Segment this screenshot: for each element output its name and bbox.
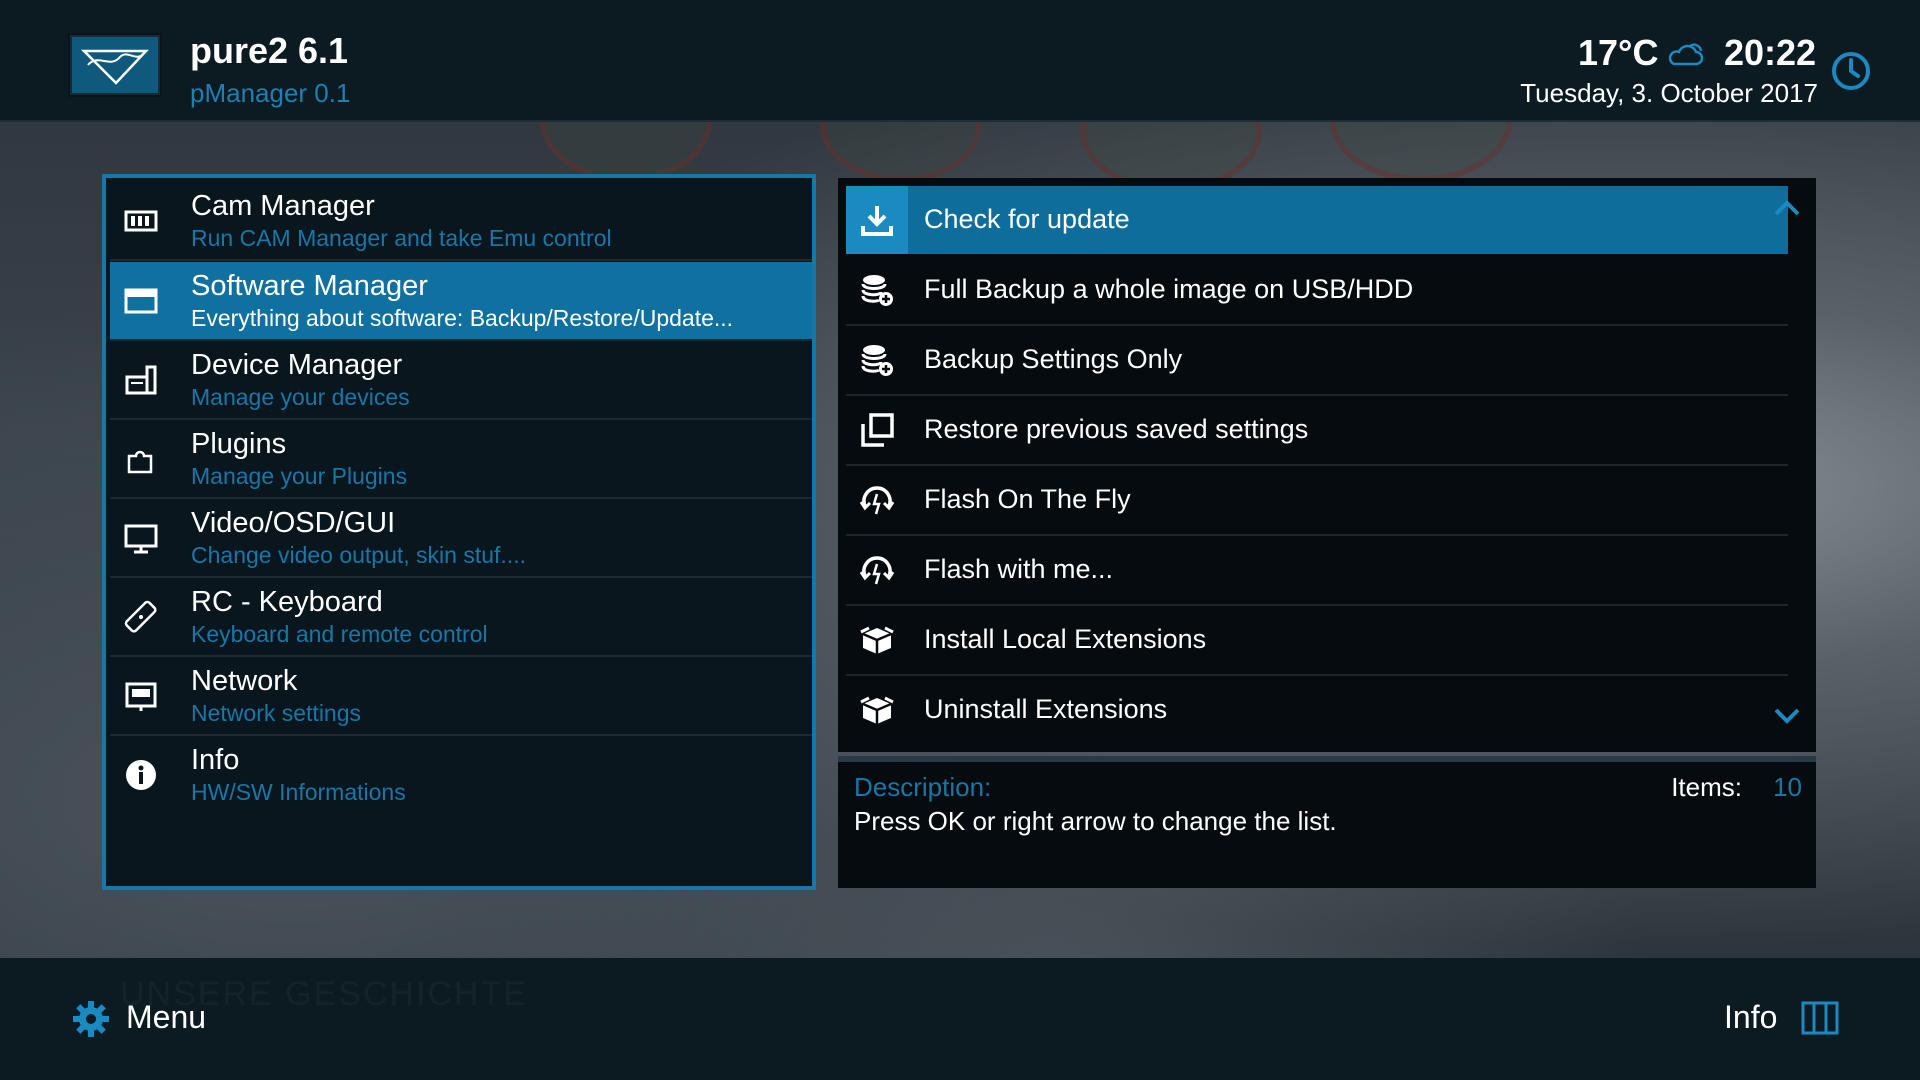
info-button[interactable]: Info — [1724, 999, 1777, 1036]
menu-item-title: Software Manager — [191, 270, 428, 302]
flash-icon — [859, 556, 895, 585]
app-title: pure2 6.1 — [190, 30, 349, 71]
items-count: 10 — [1773, 772, 1802, 802]
menu-item-title: Device Manager — [191, 349, 403, 381]
gear-icon[interactable] — [72, 1000, 110, 1038]
menu-item-title: Info — [191, 744, 240, 776]
menu-item-software-manager[interactable]: Software Manager Everything about softwa… — [110, 262, 812, 341]
list-item-backup-settings-only[interactable]: Backup Settings Only — [846, 326, 1788, 396]
list-item-restore-settings[interactable]: Restore previous saved settings — [846, 396, 1788, 466]
menu-item-title: Video/OSD/GUI — [191, 507, 396, 539]
list-item-full-backup[interactable]: Full Backup a whole image on USB/HDD — [846, 256, 1788, 326]
menu-item-title: RC - Keyboard — [191, 586, 383, 618]
list-item-label: Flash with me... — [924, 554, 1114, 584]
list-item-install-local-extensions[interactable]: Install Local Extensions — [846, 606, 1788, 676]
items-label: Items: — [1671, 772, 1742, 802]
restore-icon — [861, 413, 894, 447]
list-item-icon-box — [846, 396, 908, 464]
description-label: Description: — [854, 772, 992, 802]
info-key-icon[interactable] — [1800, 1000, 1840, 1036]
menu-item-title: Plugins — [191, 428, 287, 460]
cloudy-icon — [1668, 43, 1704, 66]
menu-item-video-osd-gui[interactable]: Video/OSD/GUI Change video output, skin … — [110, 499, 812, 578]
menu-item-device-manager[interactable]: Device Manager Manage your devices — [110, 341, 812, 420]
menu-item-subtitle: Everything about software: Backup/Restor… — [191, 305, 734, 331]
list-item-check-for-update[interactable]: Check for update — [846, 186, 1788, 254]
device-icon — [125, 365, 157, 395]
list-item-icon-box — [846, 676, 908, 744]
menu-item-subtitle: Manage your devices — [191, 384, 410, 410]
list-item-icon-box — [846, 466, 908, 534]
menu-item-subtitle: Change video output, skin stuf.... — [191, 542, 526, 568]
database-add-icon — [861, 275, 893, 306]
menu-item-network[interactable]: Network Network settings — [110, 657, 812, 736]
date: Tuesday, 3. October 2017 — [1520, 78, 1818, 108]
description-text: Press OK or right arrow to change the li… — [854, 806, 1337, 836]
menu-item-subtitle: Keyboard and remote control — [191, 621, 488, 647]
list-item-label: Restore previous saved settings — [924, 414, 1309, 444]
menu-item-rc-keyboard[interactable]: RC - Keyboard Keyboard and remote contro… — [110, 578, 812, 657]
menu-item-title: Network — [191, 665, 298, 697]
temperature: 17°C — [1578, 32, 1659, 73]
window-icon — [124, 288, 158, 314]
menu-item-plugins[interactable]: Plugins Manage your Plugins — [110, 420, 812, 499]
menu-item-cam-manager[interactable]: Cam Manager Run CAM Manager and take Emu… — [110, 182, 812, 261]
header-bar: pure2 6.1 pManager 0.1 17°C 20:22 Tuesda… — [0, 0, 1920, 122]
flash-icon — [859, 486, 895, 515]
monitor-icon — [124, 524, 158, 554]
menu-item-subtitle: Run CAM Manager and take Emu control — [191, 225, 612, 251]
chevron-up-icon[interactable] — [1773, 196, 1801, 220]
download-icon — [861, 206, 893, 236]
puzzle-icon — [127, 450, 153, 474]
description-panel: Description: Press OK or right arrow to … — [838, 756, 1816, 888]
menu-item-subtitle: HW/SW Informations — [191, 779, 406, 805]
clock-time: 20:22 — [1724, 32, 1817, 73]
database-add-icon — [861, 345, 893, 376]
remote-icon — [124, 600, 157, 633]
list-item-icon-box — [846, 256, 908, 324]
list-item-label: Uninstall Extensions — [924, 694, 1168, 724]
list-item-label: Full Backup a whole image on USB/HDD — [924, 274, 1414, 304]
clock-icon — [1832, 52, 1870, 90]
list-item-label: Flash On The Fly — [924, 484, 1131, 514]
info-icon — [126, 760, 156, 790]
app-subtitle: pManager 0.1 — [190, 78, 351, 108]
cam-icon — [124, 210, 158, 232]
list-item-flash-on-the-fly[interactable]: Flash On The Fly — [846, 466, 1788, 536]
list-item-label: Backup Settings Only — [924, 344, 1183, 374]
menu-item-title: Cam Manager — [191, 190, 375, 222]
software-options-list: Check for update Full Backup a whole ima… — [838, 178, 1816, 752]
list-item-icon-box — [846, 606, 908, 674]
menu-item-subtitle: Network settings — [191, 700, 362, 726]
menu-button[interactable]: Menu — [126, 999, 206, 1036]
app-logo — [70, 35, 160, 95]
list-item-label: Install Local Extensions — [924, 624, 1207, 654]
list-item-icon-box — [846, 536, 908, 604]
package-icon — [860, 626, 894, 654]
list-item-icon-box — [846, 326, 908, 394]
list-item-uninstall-extensions[interactable]: Uninstall Extensions — [846, 676, 1788, 744]
network-icon — [125, 682, 157, 711]
list-item-icon-box — [846, 186, 908, 254]
menu-item-subtitle: Manage your Plugins — [191, 463, 408, 489]
chevron-down-icon[interactable] — [1773, 704, 1801, 728]
package-icon — [860, 696, 894, 724]
menu-item-info[interactable]: Info HW/SW Informations — [110, 736, 812, 813]
list-item-label: Check for update — [924, 204, 1130, 234]
list-item-flash-with-me[interactable]: Flash with me... — [846, 536, 1788, 606]
main-menu-panel: Cam Manager Run CAM Manager and take Emu… — [102, 174, 816, 890]
